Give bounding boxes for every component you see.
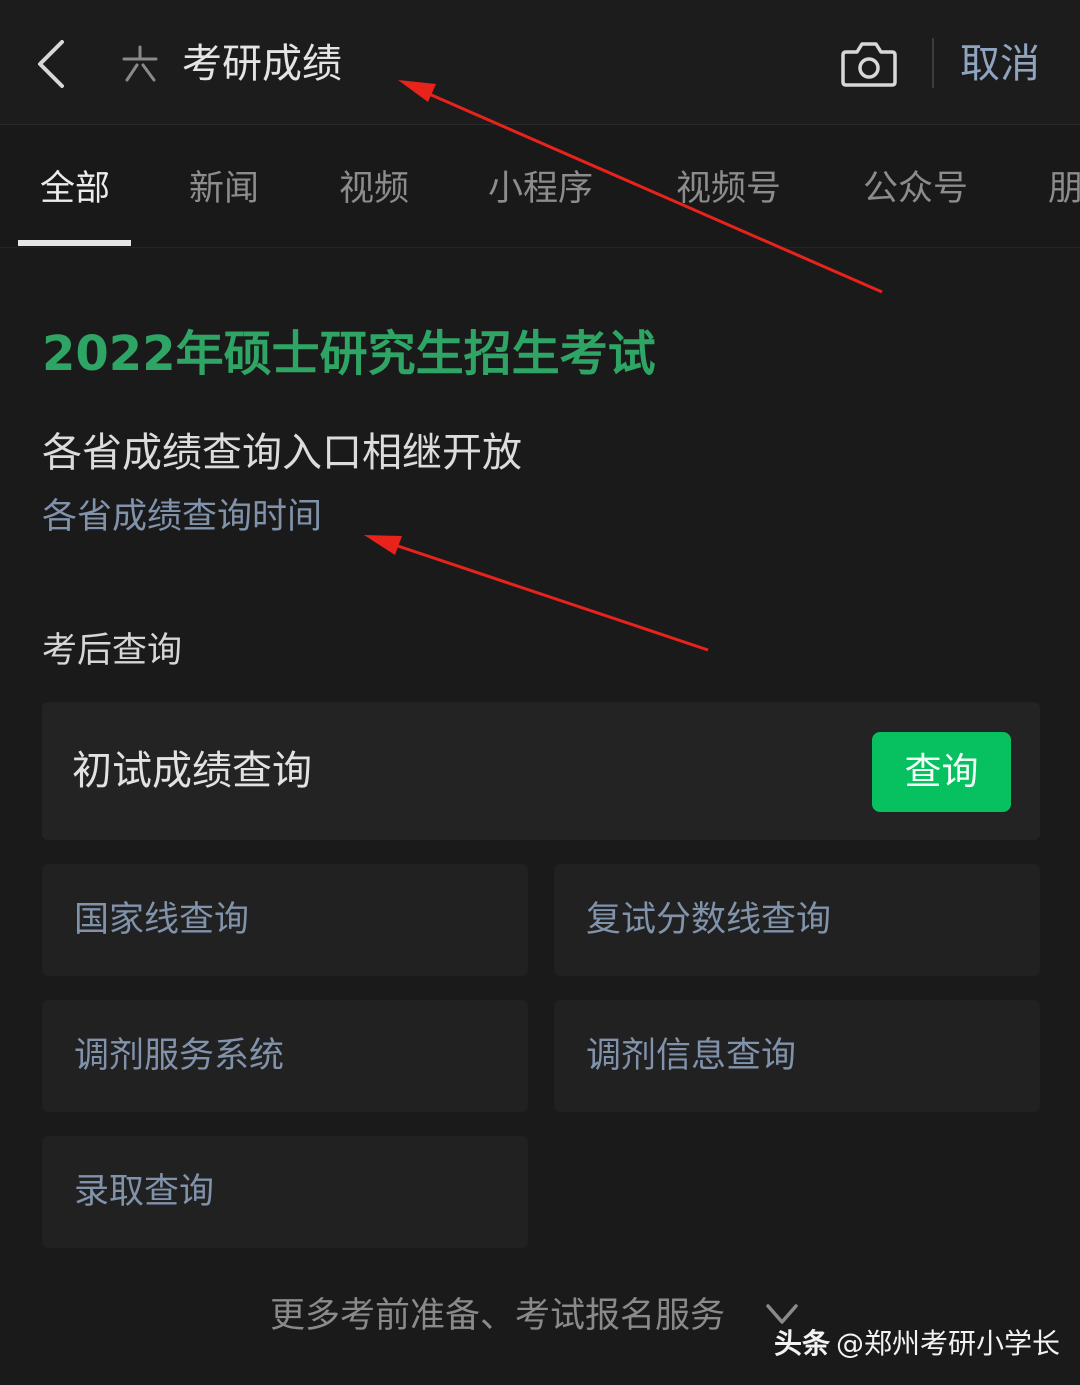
- score-query-time-link[interactable]: 各省成绩查询时间: [42, 488, 322, 539]
- grid-item-label: 录取查询: [74, 1172, 215, 1212]
- active-tab-indicator: [18, 240, 131, 246]
- watermark-handle: @郑州考研小学长: [836, 1327, 1061, 1360]
- divider: [932, 38, 934, 88]
- grid-item-label: 复试分数线查询: [586, 900, 832, 940]
- watermark: 头条 @郑州考研小学长: [774, 1322, 1060, 1362]
- grid-item-label: 国家线查询: [74, 900, 250, 940]
- initial-score-query-label: 初试成绩查询: [72, 748, 312, 794]
- query-button[interactable]: 查询: [872, 732, 1011, 812]
- search-query-text: 考研成绩: [182, 41, 342, 87]
- admission-query[interactable]: 录取查询: [42, 1136, 528, 1248]
- tab-news[interactable]: 新闻: [189, 165, 259, 213]
- tab-bar: 全部 新闻 视频 小程序 视频号 公众号 朋: [0, 125, 1080, 248]
- adjustment-info-query[interactable]: 调剂信息查询: [554, 1000, 1040, 1112]
- back-icon[interactable]: [30, 38, 74, 90]
- search-bar: 考研成绩 取消: [0, 0, 1080, 125]
- search-logo-icon: [122, 45, 158, 82]
- camera-icon[interactable]: [840, 38, 898, 88]
- grid-item-label: 调剂服务系统: [74, 1036, 285, 1076]
- watermark-brand: 头条: [774, 1327, 831, 1360]
- tab-all[interactable]: 全部: [40, 165, 110, 213]
- search-input[interactable]: 考研成绩: [118, 32, 718, 96]
- result-subtitle: 各省成绩查询入口相继开放: [42, 430, 522, 476]
- section-heading: 考后查询: [42, 631, 183, 671]
- cancel-button[interactable]: 取消: [960, 32, 1040, 96]
- result-title[interactable]: 2022年硕士研究生招生考试: [42, 314, 656, 384]
- tab-mini-program[interactable]: 小程序: [488, 165, 593, 213]
- grid-item-label: 调剂信息查询: [586, 1036, 797, 1076]
- tab-channels[interactable]: 视频号: [676, 165, 781, 213]
- tab-official-accounts[interactable]: 公众号: [863, 165, 968, 213]
- more-services-link[interactable]: 更多考前准备、考试报名服务: [270, 1288, 725, 1344]
- tab-friends[interactable]: 朋: [1048, 165, 1080, 213]
- result-card: 2022年硕士研究生招生考试 各省成绩查询入口相继开放 各省成绩查询时间 考后查…: [0, 248, 1080, 1385]
- initial-score-query-row[interactable]: 初试成绩查询 查询: [42, 702, 1040, 840]
- national-line-query[interactable]: 国家线查询: [42, 864, 528, 976]
- retest-score-line-query[interactable]: 复试分数线查询: [554, 864, 1040, 976]
- adjustment-service-system[interactable]: 调剂服务系统: [42, 1000, 528, 1112]
- tab-video[interactable]: 视频: [339, 165, 409, 213]
